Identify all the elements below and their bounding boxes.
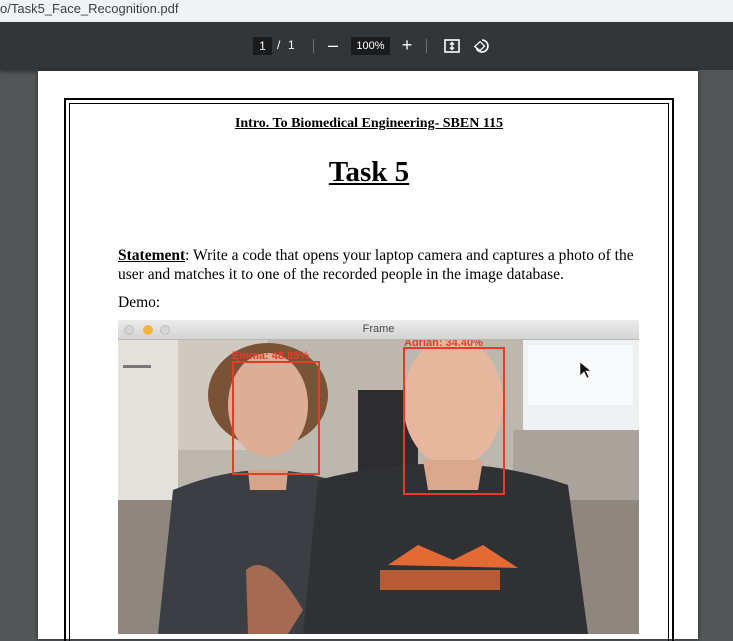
zoom-level-input[interactable]: 100% — [351, 37, 390, 55]
course-title: Intro. To Biomedical Engineering- SBEN 1… — [234, 116, 504, 131]
demo-label: Demo: — [118, 294, 161, 311]
toolbar-divider — [426, 39, 427, 53]
pdf-toolbar: 1 / 1 – 100% + — [0, 22, 733, 70]
file-path-text: o/Task5_Face_Recognition.pdf — [0, 1, 179, 16]
page-separator: / — [277, 38, 281, 52]
window-title-bar: Frame — [118, 320, 639, 340]
statement-label: Statement — [118, 247, 186, 264]
statement-text: : Write a code that opens your laptop ca… — [118, 247, 634, 283]
total-pages: 1 — [288, 38, 295, 52]
demo-frame-window: Frame Emma: 48.85% Adrian: 34.40% — [118, 320, 639, 634]
zoom-out-button[interactable]: – — [325, 34, 341, 58]
window-title: Frame — [362, 323, 395, 335]
face-label-1: Emma: 48.85% — [232, 350, 309, 362]
task-title: Task 5 — [328, 156, 410, 188]
page-inner-border: Intro. To Biomedical Engineering- SBEN 1… — [69, 103, 669, 641]
page-border: Intro. To Biomedical Engineering- SBEN 1… — [64, 98, 674, 641]
fit-page-icon[interactable] — [443, 37, 461, 55]
webcam-photo: Emma: 48.85% Adrian: 34.40% — [118, 340, 639, 634]
toolbar-divider — [313, 39, 314, 53]
viewer-scrollbar[interactable] — [698, 70, 733, 639]
browser-tab-strip: o/Task5_Face_Recognition.pdf — [0, 0, 733, 23]
pdf-page: Intro. To Biomedical Engineering- SBEN 1… — [38, 71, 698, 641]
statement-paragraph: Statement: Write a code that opens your … — [118, 246, 644, 284]
face-label-2: Adrian: 34.40% — [404, 340, 483, 349]
current-page-input[interactable]: 1 — [253, 37, 272, 55]
rotate-icon[interactable] — [473, 37, 491, 55]
zoom-in-button[interactable]: + — [399, 34, 415, 58]
